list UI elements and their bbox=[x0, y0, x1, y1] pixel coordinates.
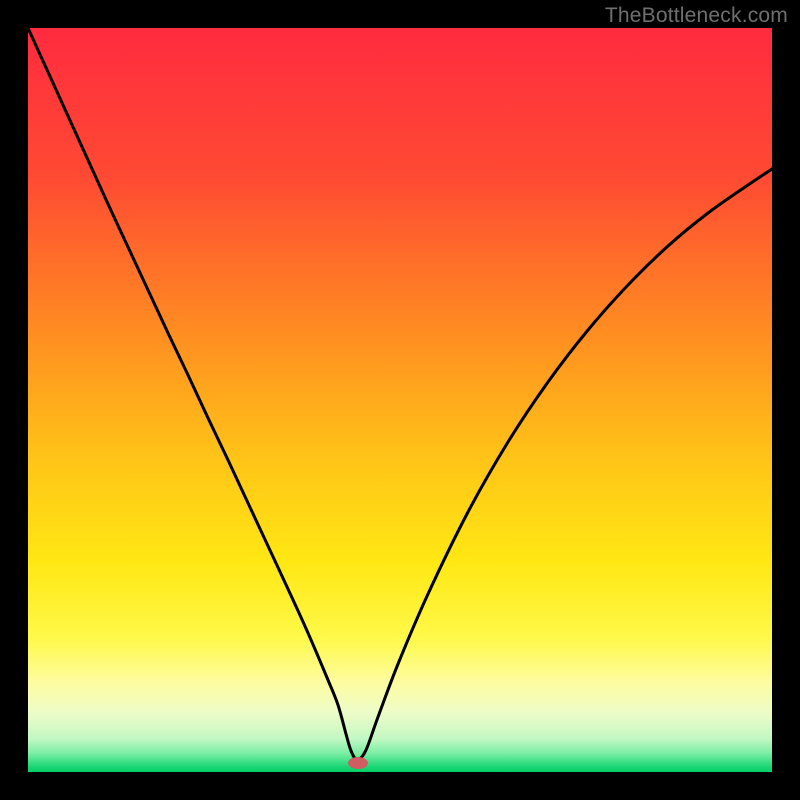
watermark-text: TheBottleneck.com bbox=[605, 4, 788, 28]
marker-ellipse bbox=[348, 757, 368, 769]
chart-frame: TheBottleneck.com bbox=[0, 0, 800, 800]
plot-area bbox=[28, 28, 772, 772]
chart-svg bbox=[28, 28, 772, 772]
